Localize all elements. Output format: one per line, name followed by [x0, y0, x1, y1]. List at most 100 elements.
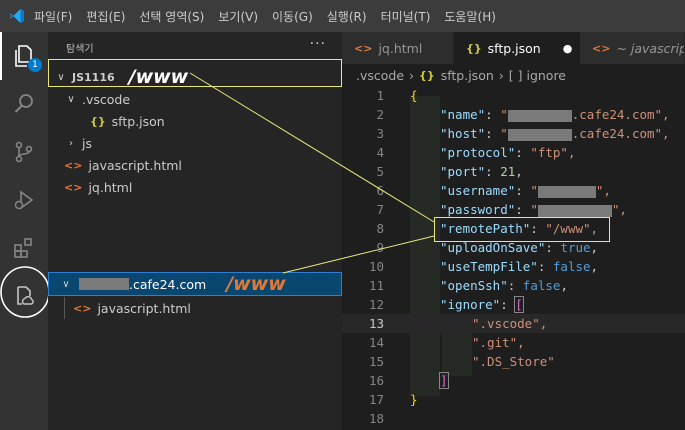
line-number: 5 [376, 164, 384, 179]
www-annotation: /www [226, 273, 286, 295]
menu-edit[interactable]: 편집(E) [86, 8, 125, 25]
explorer-title: 탐색기 [66, 44, 94, 55]
masked-value [537, 204, 612, 217]
html-file-icon: <> [64, 180, 83, 194]
explorer-icon[interactable]: 1 [0, 32, 48, 80]
line-number: 7 [376, 202, 384, 217]
line-number: 11 [368, 278, 384, 293]
chevron-right-icon: › [69, 137, 73, 149]
more-actions-icon[interactable]: ··· [310, 36, 326, 52]
breadcrumb-folder[interactable]: .vscode [356, 68, 404, 83]
html-file-icon: <> [354, 41, 373, 55]
menu-run[interactable]: 실행(R) [327, 8, 367, 25]
code-editor[interactable]: 1{ 2 "name": " .cafe24.com", 3 "host": " .ca… [342, 86, 685, 430]
breadcrumb-file[interactable]: sftp.json [441, 68, 494, 83]
json-file-icon: {} [466, 41, 482, 55]
menu-file[interactable]: 파일(F) [34, 8, 72, 25]
tab-jq-html[interactable]: <> jq.html [342, 32, 454, 64]
json-key: "protocol" [440, 145, 516, 160]
json-file-icon: {} [90, 114, 106, 128]
line-number: 2 [376, 107, 384, 122]
json-value: ".DS_Store" [472, 354, 555, 369]
remote-host-row[interactable]: ∨ .cafe24.com /www [48, 272, 342, 296]
json-key: "openSsh" [440, 278, 508, 293]
explorer-badge: 1 [28, 58, 42, 72]
json-value: ".vscode", [472, 316, 548, 331]
chevron-down-icon: ∨ [67, 93, 75, 105]
tree-file-label: jq.html [88, 179, 133, 195]
annotation-box-root [48, 59, 342, 87]
line-number: 18 [368, 411, 384, 426]
run-debug-icon[interactable] [0, 176, 48, 224]
code-brace: } [410, 392, 418, 407]
json-key: "name" [440, 107, 486, 122]
remote-file-label: javascript.html [97, 300, 191, 316]
code-brace: { [410, 88, 418, 103]
indent-guide [64, 297, 65, 319]
json-key: "username" [440, 183, 516, 198]
menu-view[interactable]: 보기(V) [218, 8, 258, 25]
tab-label: sftp.json [487, 40, 541, 56]
breadcrumb: .vscode › {} sftp.json › [ ] ignore [342, 64, 685, 86]
tab-sftp-json[interactable]: {} sftp.json ● [454, 32, 580, 64]
activity-bar: 1 [0, 32, 50, 430]
json-value: "ftp", [530, 145, 576, 160]
json-file-icon: {} [419, 68, 435, 82]
modified-dot-icon[interactable]: ● [563, 42, 573, 55]
tree-folder-js[interactable]: › js [48, 132, 342, 154]
breadcrumb-separator: › [498, 67, 504, 83]
html-file-icon: <> [592, 41, 611, 55]
json-key: "uploadOnSave" [440, 240, 546, 255]
menu-terminal[interactable]: 터미널(T) [381, 8, 431, 25]
source-control-icon[interactable] [0, 128, 48, 176]
line-number: 16 [368, 373, 384, 388]
line-number-current: 13 [368, 316, 384, 331]
menu-go[interactable]: 이동(G) [272, 8, 313, 25]
code-bracket: ] [439, 372, 449, 389]
menu-selection[interactable]: 선택 영역(S) [139, 8, 204, 25]
tab-javascript-html[interactable]: <> ~ javascript.htm [580, 32, 685, 64]
tree-file-javascript-html[interactable]: <> javascript.html [48, 154, 342, 176]
json-key: "host" [440, 126, 486, 141]
line-number: 12 [368, 297, 384, 312]
json-value: true [560, 240, 591, 255]
menu-help[interactable]: 도움말(H) [444, 8, 496, 25]
json-value: ".git", [472, 335, 525, 350]
masked-value [507, 128, 572, 141]
line-number: 8 [376, 221, 384, 236]
tab-label: ~ javascript.htm [616, 40, 684, 56]
breadcrumb-separator: › [409, 67, 415, 83]
line-number: 15 [368, 354, 384, 369]
json-value: false [552, 259, 591, 274]
html-file-icon: <> [64, 158, 83, 172]
remote-file-javascript-html[interactable]: <> javascript.html [48, 297, 342, 319]
json-key: "password" [440, 202, 516, 217]
breadcrumb-node[interactable]: [ ] ignore [509, 68, 566, 83]
title-bar: 파일(F) 편집(E) 선택 영역(S) 보기(V) 이동(G) 실행(R) 터… [0, 0, 685, 32]
search-icon[interactable] [0, 80, 48, 128]
tree-folder-vscode[interactable]: ∨ .vscode [48, 88, 342, 110]
chevron-down-icon: ∨ [62, 278, 70, 290]
editor-tabs: <> jq.html {} sftp.json ● <> ~ javascrip… [342, 32, 685, 64]
json-value: 21 [500, 164, 516, 179]
json-value: .cafe24.com", [571, 107, 670, 122]
tab-label: jq.html [378, 40, 423, 56]
line-number: 4 [376, 145, 384, 160]
highlight-circle [0, 266, 50, 318]
tree-file-jq-html[interactable]: <> jq.html [48, 176, 342, 198]
html-file-icon: <> [73, 301, 92, 315]
json-key: "port" [440, 164, 486, 179]
masked-value [507, 109, 572, 122]
line-number: 6 [376, 183, 384, 198]
tree-file-label: sftp.json [111, 113, 165, 129]
line-number: 17 [368, 392, 384, 407]
remote-host-suffix: .cafe24.com [129, 276, 207, 292]
line-number: 3 [376, 126, 384, 141]
line-number: 10 [368, 259, 384, 274]
json-key: "ignore" [440, 297, 501, 312]
line-number: 1 [376, 88, 384, 103]
tree-folder-label: js [82, 135, 92, 151]
annotation-box-remote-path [434, 217, 610, 242]
json-key: "useTempFile" [440, 259, 538, 274]
tree-file-sftp-json[interactable]: {} sftp.json [48, 110, 342, 132]
